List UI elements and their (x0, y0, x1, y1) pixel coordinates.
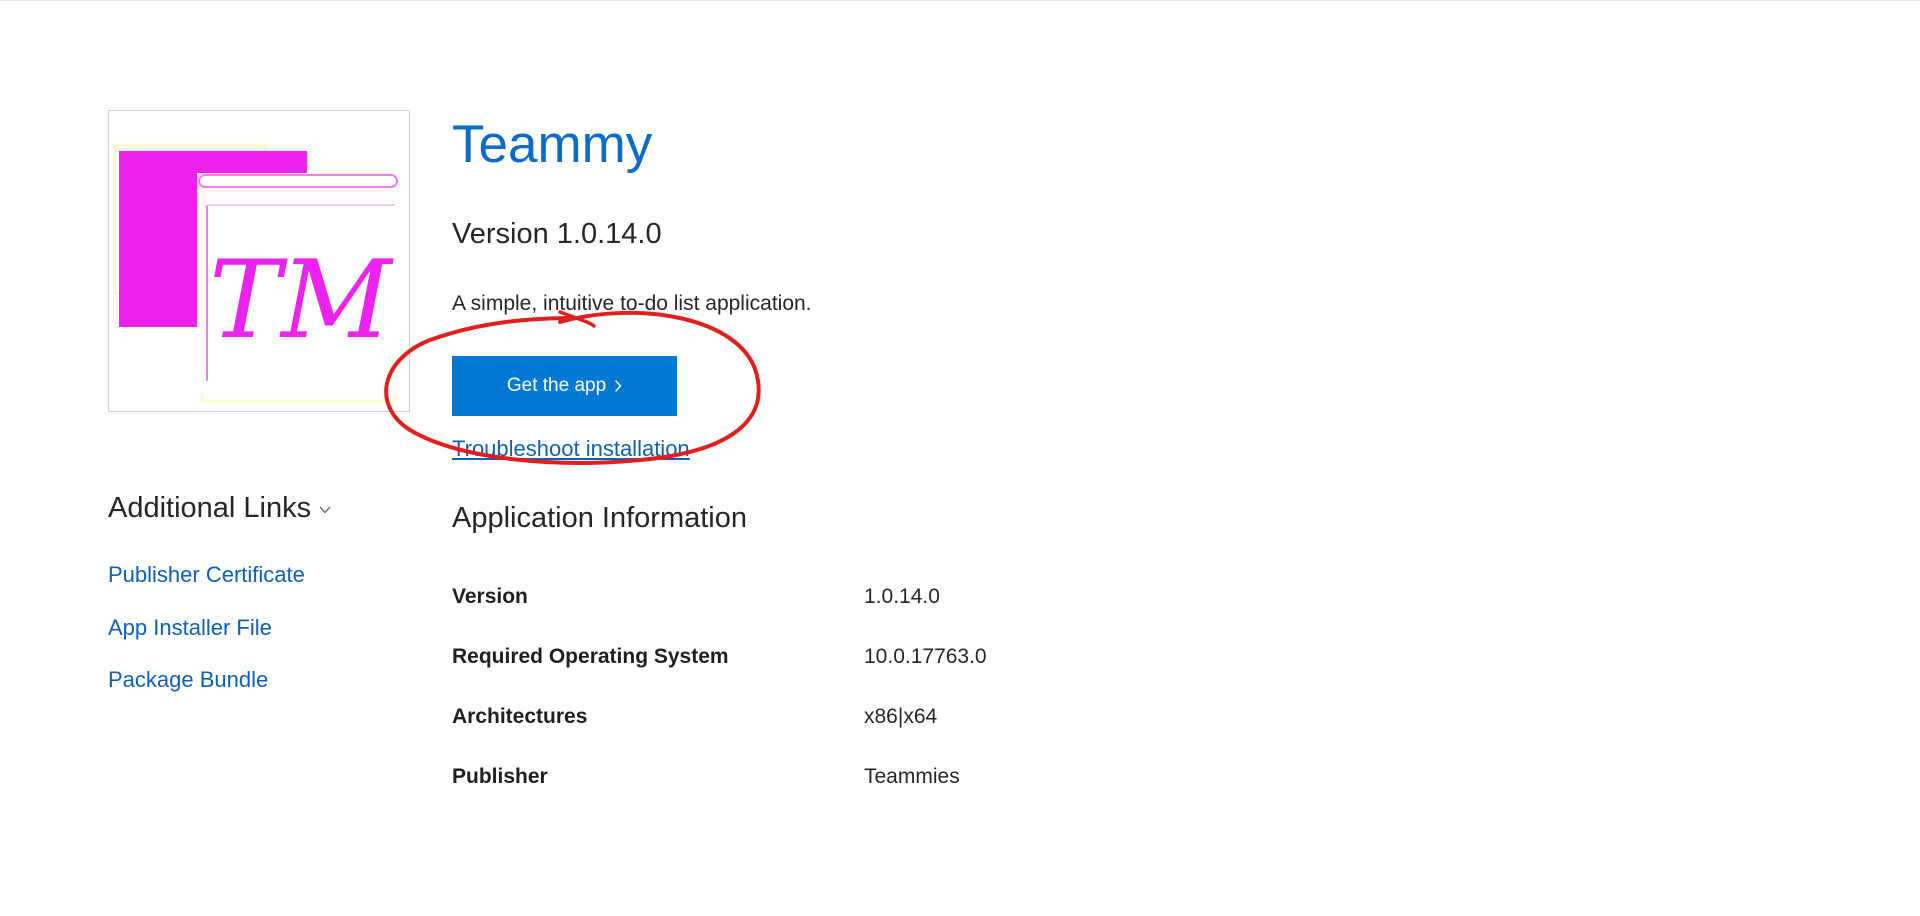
additional-links-title: Additional Links (108, 492, 312, 524)
chevron-down-icon (319, 506, 331, 513)
get-the-app-label: Get the app (506, 375, 607, 396)
info-value: Teammies (864, 765, 960, 788)
info-value: x86|x64 (864, 705, 938, 728)
info-value: 1.0.14.0 (864, 585, 940, 608)
app-description: A simple, intuitive to-do list applicati… (452, 292, 812, 315)
additional-links-toggle[interactable]: Additional Links (108, 492, 331, 525)
package-bundle-link[interactable]: Package Bundle (108, 667, 268, 693)
chevron-right-icon (615, 380, 622, 392)
info-row-publisher: Publisher Teammies (452, 765, 1152, 795)
get-the-app-button[interactable]: Get the app (452, 356, 677, 416)
info-key: Required Operating System (452, 645, 729, 668)
logo-text: TM (209, 238, 394, 363)
application-information-title: Application Information (452, 502, 747, 534)
app-title: Teammy (452, 115, 653, 174)
info-value: 10.0.17763.0 (864, 645, 987, 668)
info-key: Version (452, 585, 528, 608)
info-key: Architectures (452, 705, 588, 728)
app-logo-icon: TM (113, 143, 401, 403)
app-logo: TM (108, 110, 410, 412)
publisher-certificate-link[interactable]: Publisher Certificate (108, 562, 305, 588)
info-row-required-os: Required Operating System 10.0.17763.0 (452, 645, 1152, 675)
info-row-version: Version 1.0.14.0 (452, 585, 1152, 615)
info-key: Publisher (452, 765, 548, 788)
app-version: Version 1.0.14.0 (452, 218, 662, 250)
app-install-page: TM Additional Links Publisher Certificat… (0, 0, 1920, 916)
troubleshoot-installation-link[interactable]: Troubleshoot installation (452, 436, 690, 462)
app-installer-file-link[interactable]: App Installer File (108, 615, 272, 641)
top-divider (0, 0, 1920, 1)
info-row-architectures: Architectures x86|x64 (452, 705, 1152, 735)
